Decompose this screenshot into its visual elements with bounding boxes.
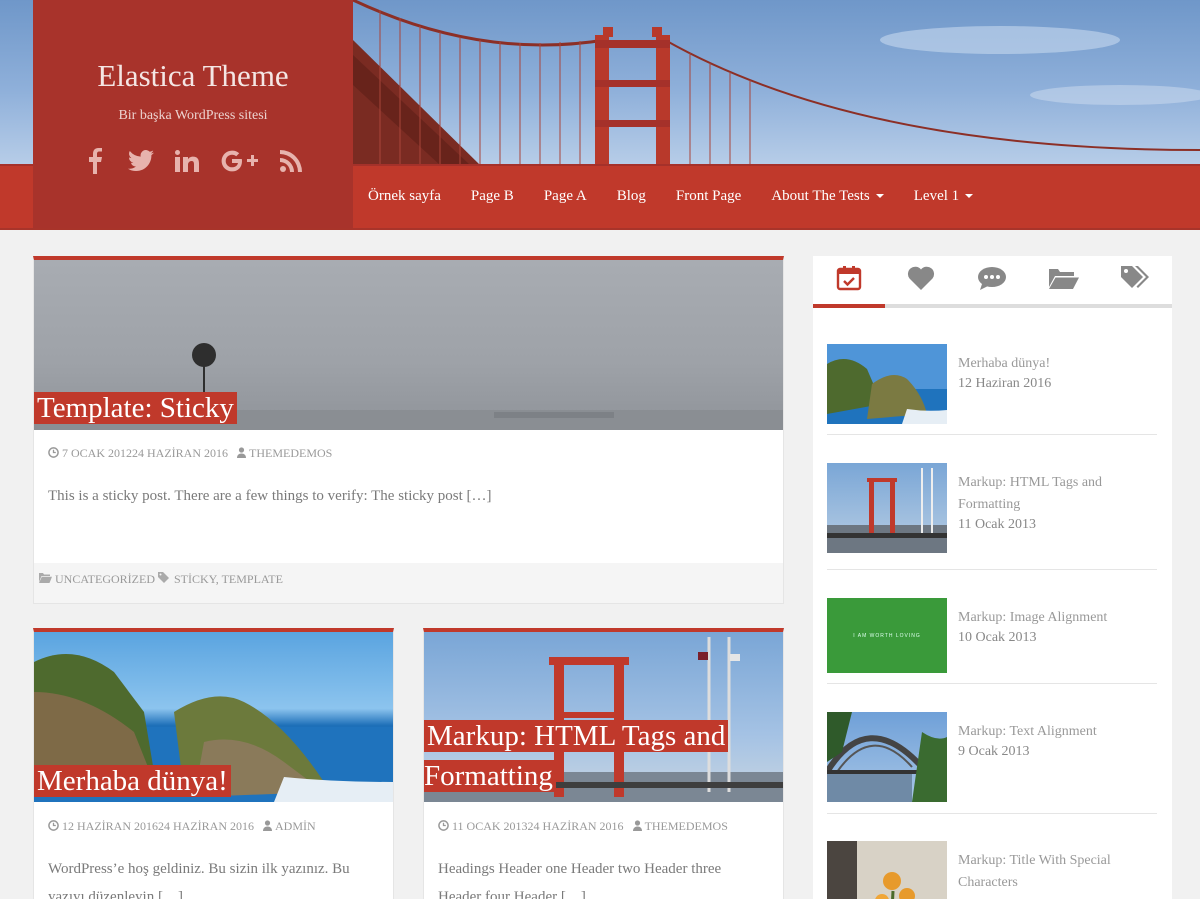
sidebar-post-title[interactable]: Markup: Text Alignment	[958, 721, 1128, 743]
chevron-down-icon	[875, 194, 884, 198]
sidebar-post-title[interactable]: Markup: Title With Special Characters	[958, 850, 1128, 894]
post-author[interactable]: THEMEDEMOS	[645, 819, 728, 833]
sidebar-post-date: 12 Haziran 2016	[958, 376, 1052, 391]
tab-popular[interactable]	[885, 256, 957, 304]
sidebar-post-item[interactable]: Merhaba dünya! 12 Haziran 2016	[827, 344, 1157, 435]
heart-icon	[907, 266, 935, 295]
folder-open-icon	[1049, 267, 1080, 294]
sidebar-post-item[interactable]: Markup: HTML Tags and Formatting 11 Ocak…	[827, 463, 1157, 570]
user-icon	[263, 820, 272, 835]
thumbnail-caption: I AM WORTH LOVING	[853, 632, 921, 639]
site-branding: Elastica Theme Bir başka WordPress sites…	[33, 0, 353, 228]
sidebar-post-title[interactable]: Markup: HTML Tags and Formatting	[958, 472, 1128, 516]
sidebar-post-date: 11 Ocak 2013	[958, 517, 1037, 532]
calendar-check-icon	[836, 265, 862, 296]
clock-icon	[438, 820, 449, 835]
tab-tags[interactable]	[1100, 256, 1172, 304]
sidebar-widget: Merhaba dünya! 12 Haziran 2016 Markup: H…	[813, 256, 1172, 899]
sidebar-post-thumbnail[interactable]	[827, 344, 947, 424]
user-icon	[237, 447, 246, 462]
sidebar-tabs	[813, 256, 1172, 308]
nav-item-ornek-sayfa[interactable]: Örnek sayfa	[353, 188, 456, 205]
nav-item-about-the-tests[interactable]: About The Tests	[756, 188, 898, 205]
sidebar-post-title[interactable]: Markup: Image Alignment	[958, 607, 1128, 629]
post-meta: 11 OCAK 201324 HAZİRAN 2016 THEMEDEMOS	[438, 819, 728, 835]
tags-icon	[1121, 265, 1151, 295]
post-categories[interactable]: UNCATEGORİZED	[55, 572, 155, 586]
post-date[interactable]: 7 OCAK 201224 HAZİRAN 2016	[62, 446, 228, 460]
facebook-icon[interactable]	[82, 146, 108, 176]
clock-icon	[48, 820, 59, 835]
post-card: Template: Sticky 7 OCAK 201224 HAZİRAN 2…	[33, 256, 784, 604]
post-title[interactable]: Markup: HTML Tags and Formatting	[424, 716, 729, 796]
sidebar-post-title[interactable]: Merhaba dünya!	[958, 353, 1128, 375]
twitter-icon[interactable]	[128, 146, 154, 176]
post-footer: UNCATEGORİZED STİCKY, TEMPLATE	[34, 563, 783, 603]
nav-item-page-b[interactable]: Page B	[456, 188, 529, 205]
post-excerpt: Headings Header one Header two Header th…	[438, 861, 722, 899]
post-meta: 12 HAZİRAN 201624 HAZİRAN 2016 ADMİN	[48, 819, 316, 835]
sidebar-post-thumbnail[interactable]	[827, 841, 947, 899]
tab-recent[interactable]	[813, 256, 885, 308]
post-excerpt: WordPress’e hoş geldiniz. Bu sizin ilk y…	[48, 861, 350, 899]
sidebar-post-date: 10 Ocak 2013	[958, 630, 1037, 645]
nav-item-level-1[interactable]: Level 1	[899, 188, 988, 205]
nav-item-blog[interactable]: Blog	[602, 188, 661, 205]
post-title[interactable]: Merhaba dünya!	[34, 761, 231, 801]
tab-categories[interactable]	[1028, 256, 1100, 304]
sidebar-post-item[interactable]: Markup: Text Alignment 9 Ocak 2013	[827, 712, 1157, 814]
rss-icon[interactable]	[278, 146, 304, 176]
site-header: Elastica Theme Bir başka WordPress sites…	[0, 0, 1200, 230]
post-card: Markup: HTML Tags and Formatting 11 OCAK…	[423, 628, 784, 899]
post-date[interactable]: 12 HAZİRAN 201624 HAZİRAN 2016	[62, 819, 254, 833]
post-author[interactable]: ADMİN	[275, 819, 316, 833]
post-meta: 7 OCAK 201224 HAZİRAN 2016 THEMEDEMOS	[48, 446, 332, 462]
nav-item-page-a[interactable]: Page A	[529, 188, 602, 205]
sidebar-post-item[interactable]: Markup: Title With Special Characters	[827, 841, 1157, 899]
tags-icon	[158, 572, 171, 586]
chevron-down-icon	[965, 194, 974, 198]
site-tagline: Bir başka WordPress sitesi	[118, 108, 268, 123]
post-card: Merhaba dünya! 12 HAZİRAN 201624 HAZİRAN…	[33, 628, 394, 899]
clock-icon	[48, 447, 59, 462]
post-date[interactable]: 11 OCAK 201324 HAZİRAN 2016	[452, 819, 624, 833]
folder-open-icon	[39, 572, 52, 586]
sidebar-post-thumbnail[interactable]	[827, 463, 947, 553]
google-plus-icon[interactable]	[220, 146, 258, 176]
nav-item-front-page[interactable]: Front Page	[661, 188, 756, 205]
user-icon	[632, 820, 642, 835]
sidebar-post-thumbnail[interactable]: I AM WORTH LOVING	[827, 598, 947, 673]
post-excerpt: This is a sticky post. There are a few t…	[48, 488, 492, 504]
comments-icon	[977, 266, 1007, 295]
sidebar-post-item[interactable]: I AM WORTH LOVING Markup: Image Alignmen…	[827, 598, 1157, 684]
post-title[interactable]: Template: Sticky	[34, 388, 237, 428]
linkedin-icon[interactable]	[174, 146, 200, 176]
tab-comments[interactable]	[957, 256, 1029, 304]
post-author[interactable]: THEMEDEMOS	[249, 446, 332, 460]
site-title[interactable]: Elastica Theme	[33, 58, 353, 94]
sidebar-post-thumbnail[interactable]	[827, 712, 947, 802]
primary-menu: Örnek sayfa Page B Page A Blog Front Pag…	[353, 164, 988, 228]
sidebar-post-date: 9 Ocak 2013	[958, 744, 1030, 759]
post-tags[interactable]: STİCKY, TEMPLATE	[174, 572, 283, 586]
social-links	[33, 146, 353, 176]
